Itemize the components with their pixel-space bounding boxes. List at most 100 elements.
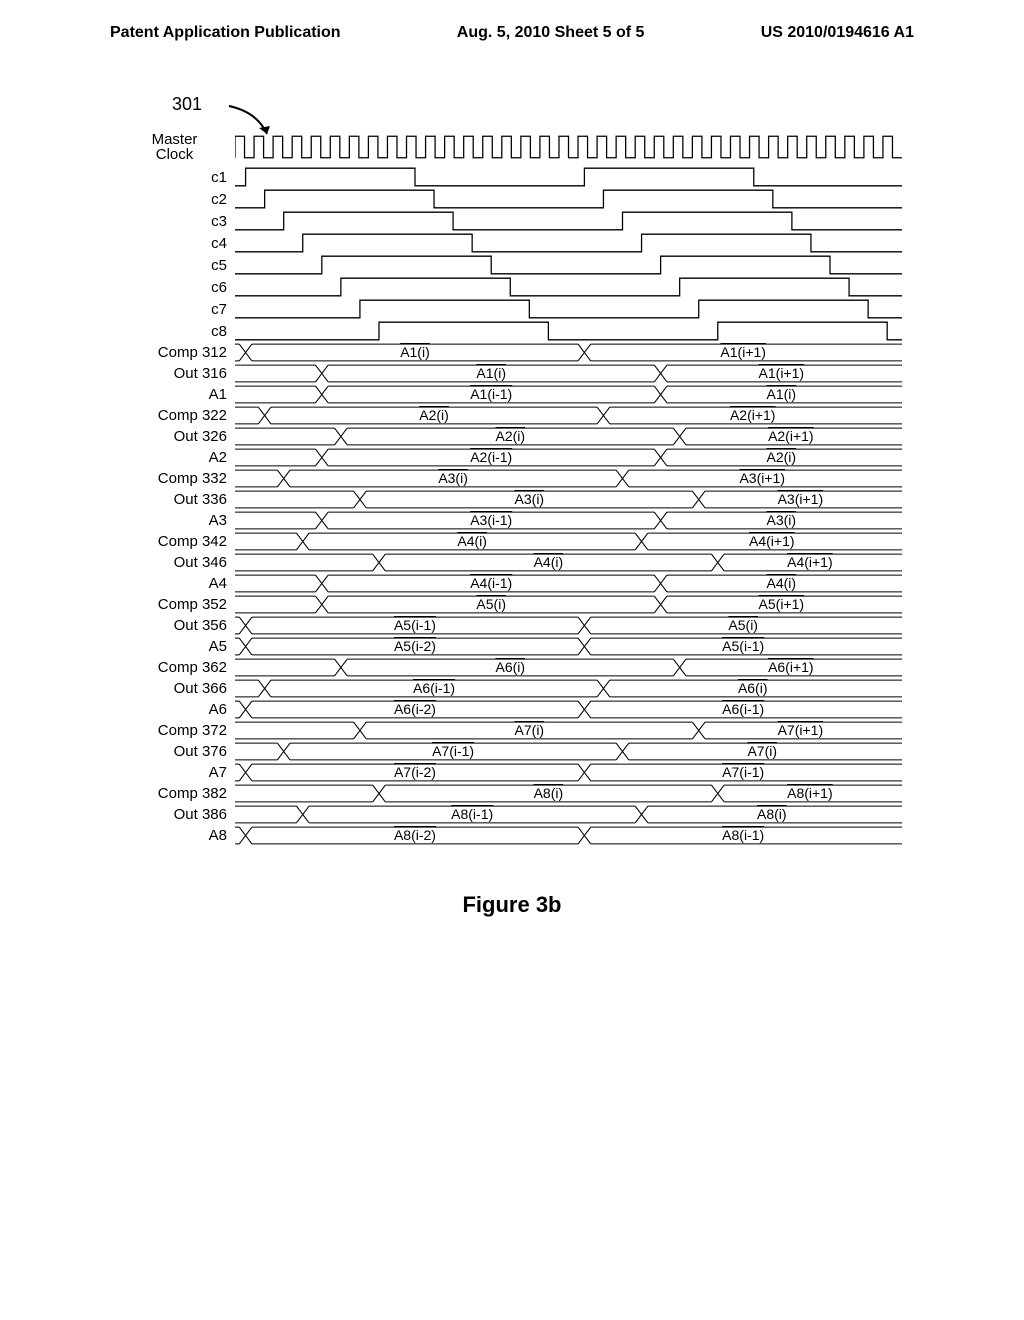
signal-waveform: A3(i-1)A3(i) bbox=[235, 510, 902, 531]
signal-waveform: A7(i-2) A7(i-1) bbox=[235, 762, 902, 783]
signal-value: A5(i-1) bbox=[394, 617, 436, 633]
signal-row: A7A7(i-2)A7(i-1) bbox=[122, 762, 902, 783]
clock-row-c5: c5 bbox=[122, 254, 902, 276]
signal-waveform: A7(i) A7(i+1) bbox=[235, 720, 902, 741]
signal-value: A4(i) bbox=[767, 575, 797, 591]
signal-row: Comp 322 A2(i) A2(i+1) bbox=[122, 405, 902, 426]
signal-value: A8(i+1) bbox=[787, 785, 833, 801]
signal-value: A7(i) bbox=[515, 722, 545, 738]
signal-value: A1(i-1) bbox=[470, 386, 512, 402]
signal-waveform: A3(i)A3(i+1) bbox=[235, 489, 902, 510]
signal-row: Out 356 A5(i-1) A5(i) bbox=[122, 615, 902, 636]
signal-value: A4(i) bbox=[457, 533, 487, 549]
signal-label: A4 bbox=[122, 575, 235, 592]
signal-label: Out 386 bbox=[122, 806, 235, 823]
signal-value: A6(i-2) bbox=[394, 701, 436, 717]
signal-value: A1(i) bbox=[767, 386, 797, 402]
signal-label: Out 366 bbox=[122, 680, 235, 697]
signal-row: A6A6(i-2)A6(i-1) bbox=[122, 699, 902, 720]
signal-value: A7(i) bbox=[747, 743, 777, 759]
signal-waveform: A4(i)A4(i+1) bbox=[235, 531, 902, 552]
signal-value: A5(i-1) bbox=[722, 638, 764, 654]
clock-waveform bbox=[235, 188, 902, 210]
signal-waveform: A2(i-1) A2(i) bbox=[235, 447, 902, 468]
signal-value: A4(i+1) bbox=[787, 554, 833, 570]
signal-waveform: A7(i-1) A7(i) bbox=[235, 741, 902, 762]
signal-row: Out 386A8(i-1)A8(i) bbox=[122, 804, 902, 825]
signal-row: A5A5(i-2)A5(i-1) bbox=[122, 636, 902, 657]
signal-waveform: A1(i)A1(i+1) bbox=[235, 363, 902, 384]
clock-row-c4: c4 bbox=[122, 232, 902, 254]
signal-waveform: A4(i) A4(i+1) bbox=[235, 552, 902, 573]
timing-diagram: 301 Master Clock c1c2c3c4c5c6c7c8 Comp 3… bbox=[122, 132, 902, 846]
master-clock-waveform bbox=[235, 132, 902, 162]
signal-row: Out 346A4(i)A4(i+1) bbox=[122, 552, 902, 573]
signal-value: A7(i+1) bbox=[778, 722, 824, 738]
signal-row: A2 A2(i-1) A2(i) bbox=[122, 447, 902, 468]
signal-waveform: A1(i-1) A1(i) bbox=[235, 384, 902, 405]
clock-waveform bbox=[235, 166, 902, 188]
signal-row: Out 316A1(i)A1(i+1) bbox=[122, 363, 902, 384]
figure-caption: Figure 3b bbox=[0, 892, 1024, 918]
signal-value: A7(i-1) bbox=[722, 764, 764, 780]
signal-waveform: A6(i-1) A6(i) bbox=[235, 678, 902, 699]
signal-waveform: A5(i-2)A5(i-1) bbox=[235, 636, 902, 657]
signal-label: Out 356 bbox=[122, 617, 235, 634]
clock-row-c2: c2 bbox=[122, 188, 902, 210]
reference-numeral: 301 bbox=[172, 94, 202, 115]
signal-value: A8(i) bbox=[757, 806, 787, 822]
signal-value: A2(i) bbox=[767, 449, 797, 465]
clock-row-c6: c6 bbox=[122, 276, 902, 298]
signal-label: Out 376 bbox=[122, 743, 235, 760]
signal-waveform: A2(i) A2(i+1) bbox=[235, 405, 902, 426]
signal-value: A8(i-1) bbox=[722, 827, 764, 843]
signal-label: Comp 322 bbox=[122, 407, 235, 424]
master-clock-label: Master Clock bbox=[122, 132, 235, 162]
signal-value: A6(i-1) bbox=[413, 680, 455, 696]
signal-value: A2(i+1) bbox=[730, 407, 776, 423]
signal-value: A1(i) bbox=[400, 344, 430, 360]
signal-row: Comp 332A3(i)A3(i+1) bbox=[122, 468, 902, 489]
signal-row: Out 336A3(i)A3(i+1) bbox=[122, 489, 902, 510]
signal-row: Out 366 A6(i-1) A6(i) bbox=[122, 678, 902, 699]
signal-value: A7(i-1) bbox=[432, 743, 474, 759]
signal-row: A3A3(i-1)A3(i) bbox=[122, 510, 902, 531]
signal-value: A2(i-1) bbox=[470, 449, 512, 465]
clock-label: c7 bbox=[122, 301, 235, 318]
clock-row-c8: c8 bbox=[122, 320, 902, 342]
signal-value: A7(i-2) bbox=[394, 764, 436, 780]
signal-label: Out 326 bbox=[122, 428, 235, 445]
signal-value: A6(i) bbox=[495, 659, 525, 675]
signal-value: A3(i+1) bbox=[739, 470, 785, 486]
signal-value: A5(i+1) bbox=[759, 596, 805, 612]
signal-label: A5 bbox=[122, 638, 235, 655]
signal-value: A4(i) bbox=[534, 554, 564, 570]
signal-row: A1A1(i-1)A1(i) bbox=[122, 384, 902, 405]
clock-label: c4 bbox=[122, 235, 235, 252]
master-clock-row: Master Clock bbox=[122, 132, 902, 162]
signal-row: Comp 362A6(i)A6(i+1) bbox=[122, 657, 902, 678]
signal-row: Comp 342A4(i)A4(i+1) bbox=[122, 531, 902, 552]
signal-label: Comp 372 bbox=[122, 722, 235, 739]
clock-label: c3 bbox=[122, 213, 235, 230]
signal-value: A5(i) bbox=[728, 617, 758, 633]
signal-waveform: A8(i-2)A8(i-1) bbox=[235, 825, 902, 846]
signal-label: A8 bbox=[122, 827, 235, 844]
signal-label: A2 bbox=[122, 449, 235, 466]
clock-waveform bbox=[235, 254, 902, 276]
signal-value: A3(i-1) bbox=[470, 512, 512, 528]
patent-page: Patent Application Publication Aug. 5, 2… bbox=[0, 0, 1024, 1320]
signal-value: A5(i) bbox=[476, 596, 506, 612]
signal-value: A8(i) bbox=[534, 785, 564, 801]
signal-row: Out 376 A7(i-1) A7(i) bbox=[122, 741, 902, 762]
signal-value: A1(i) bbox=[476, 365, 506, 381]
signal-waveform: A4(i-1)A4(i) bbox=[235, 573, 902, 594]
signal-row: Comp 372 A7(i) A7(i+1) bbox=[122, 720, 902, 741]
signal-value: A2(i) bbox=[419, 407, 449, 423]
clock-row-c3: c3 bbox=[122, 210, 902, 232]
signal-label: A3 bbox=[122, 512, 235, 529]
signal-value: A3(i) bbox=[438, 470, 468, 486]
clock-label: c2 bbox=[122, 191, 235, 208]
signal-value: A6(i) bbox=[738, 680, 768, 696]
signal-row: Out 326A2(i)A2(i+1) bbox=[122, 426, 902, 447]
